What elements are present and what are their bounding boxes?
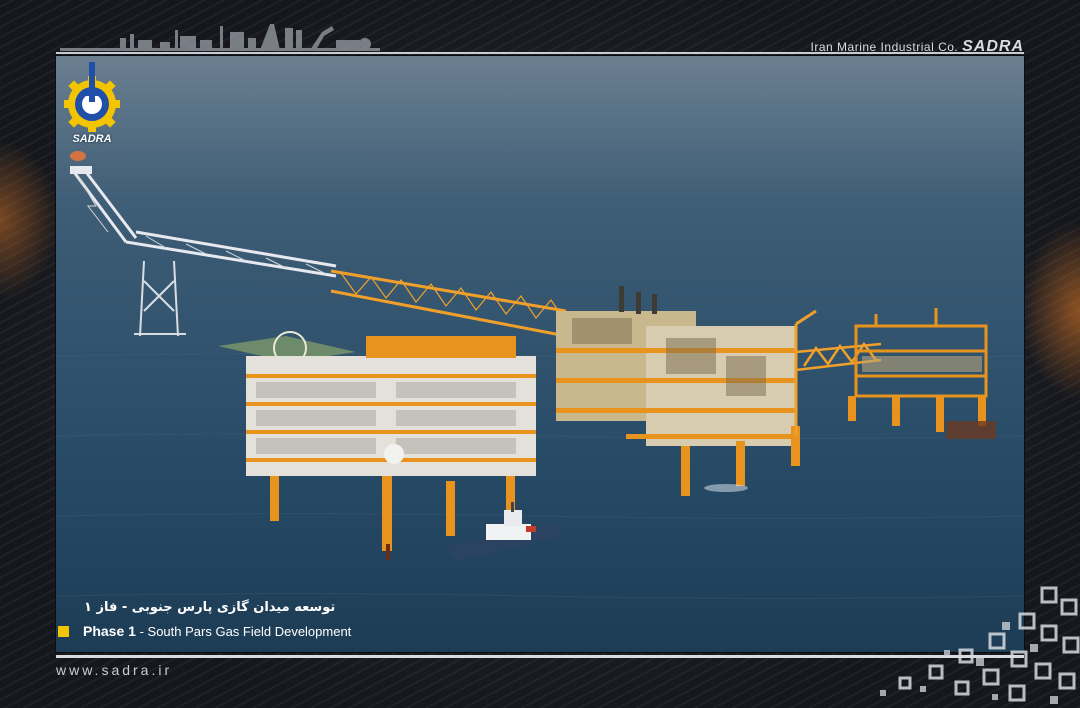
mosaic-squares-graphic: [880, 586, 1080, 704]
website-link[interactable]: www.sadra.ir: [56, 662, 172, 678]
caption-phase: Phase 1: [83, 623, 136, 639]
caption-row: Phase 1 - South Pars Gas Field Developme…: [58, 623, 351, 639]
left-glow: [0, 140, 60, 300]
photo-frame: توسعه میدان گازی پارس جنوبی - فاز ۱: [56, 56, 1024, 652]
caption-persian: توسعه میدان گازی پارس جنوبی - فاز ۱: [84, 600, 336, 615]
right-glow: [1020, 220, 1080, 400]
caption-description: South Pars Gas Field Development: [147, 624, 352, 639]
offshore-platform-photo: [56, 56, 1024, 652]
top-divider: [56, 52, 1024, 54]
yellow-square-icon: [58, 625, 69, 637]
caption-english: Phase 1 - South Pars Gas Field Developme…: [83, 623, 351, 639]
caption-separator: -: [139, 624, 144, 639]
logo-text: SADRA: [72, 133, 112, 145]
sadra-gear-logo-icon: [64, 62, 120, 132]
industrial-skyline-graphic: [60, 24, 380, 51]
